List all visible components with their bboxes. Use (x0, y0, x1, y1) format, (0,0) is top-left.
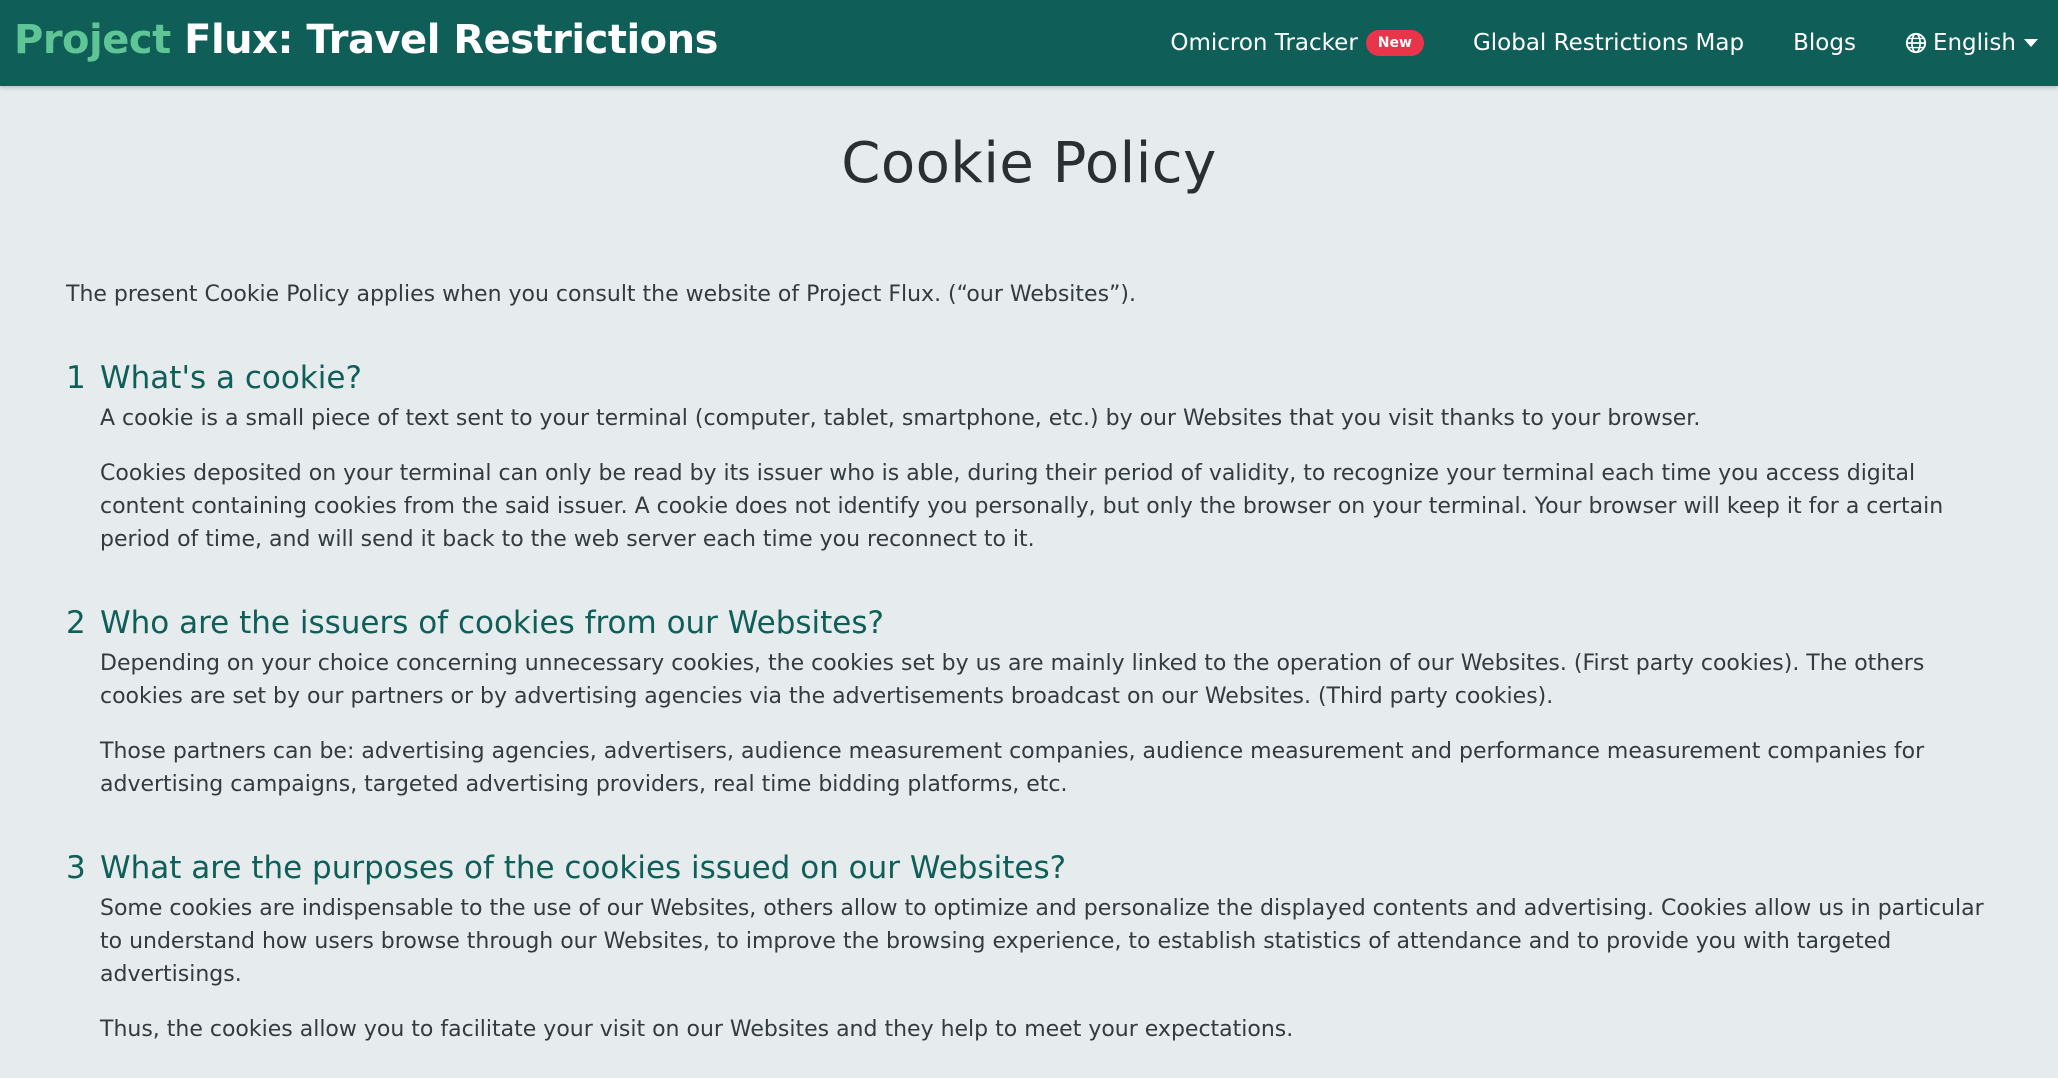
paragraph: Some cookies are indispensable to the us… (100, 896, 1984, 987)
page-title: Cookie Policy (841, 131, 1217, 196)
section-number: 1 (66, 360, 86, 396)
new-badge: New (1365, 30, 1424, 56)
paragraph: Thus, the cookies allow you to facilitat… (100, 1017, 1294, 1042)
nav-links: Omicron Tracker New Global Restrictions … (1170, 0, 2038, 86)
nav-map-label: Global Restrictions Map (1472, 30, 1745, 56)
nav-blogs[interactable]: Blogs (1793, 30, 1856, 56)
nav-blogs-label: Blogs (1793, 30, 1856, 56)
nav-omicron-label: Omicron Tracker (1170, 30, 1358, 56)
section-heading: 2 Who are the issuers of cookies from ou… (66, 605, 2006, 641)
language-label: English (1932, 30, 2016, 56)
section-body: Some cookies are indispensable to the us… (100, 892, 2006, 1046)
section-body: Depending on your choice concerning unne… (100, 647, 2006, 801)
section-title: What's a cookie? (100, 360, 362, 396)
section-title: Who are the issuers of cookies from our … (100, 605, 884, 641)
section-title: What are the purposes of the cookies iss… (100, 850, 1067, 886)
brand-accent-text: Project (14, 17, 171, 63)
section-heading: 1 What's a cookie? (66, 360, 2006, 396)
brand-logo[interactable]: Project Flux: Travel Restrictions (14, 17, 718, 63)
section-number: 2 (66, 605, 86, 641)
nav-global-restrictions-map[interactable]: Global Restrictions Map (1473, 30, 1744, 56)
section-issuers: 2 Who are the issuers of cookies from ou… (66, 605, 2006, 823)
paragraph: A cookie is a small piece of text sent t… (100, 406, 1701, 431)
paragraph: Cookies deposited on your terminal can o… (100, 461, 1944, 552)
caret-down-icon (2024, 39, 2038, 47)
paragraph: Depending on your choice concerning unne… (100, 651, 1925, 709)
paragraph: Those partners can be: advertising agenc… (100, 739, 1925, 797)
top-navbar: Project Flux: Travel Restrictions Omicro… (0, 0, 2058, 86)
section-heading: 3 What are the purposes of the cookies i… (66, 850, 2006, 886)
section-number: 3 (66, 850, 86, 886)
language-dropdown[interactable]: English (1905, 30, 2038, 56)
section-what-is-cookie: 1 What's a cookie? A cookie is a small p… (66, 360, 2006, 578)
section-body: A cookie is a small piece of text sent t… (100, 402, 2006, 556)
brand-main-text: Flux: Travel Restrictions (184, 17, 718, 63)
globe-icon (1905, 32, 1927, 54)
nav-omicron-tracker[interactable]: Omicron Tracker New (1170, 30, 1424, 56)
section-purposes: 3 What are the purposes of the cookies i… (66, 850, 2006, 1068)
intro-text: The present Cookie Policy applies when y… (66, 282, 1137, 307)
